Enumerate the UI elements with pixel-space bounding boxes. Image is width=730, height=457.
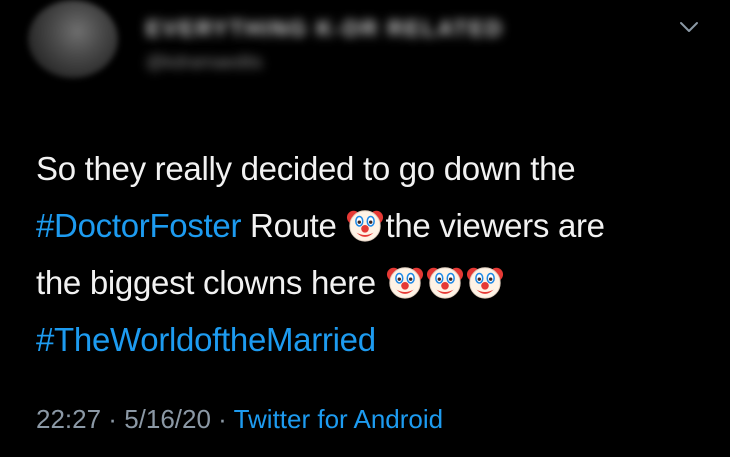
tweet-time[interactable]: 22:27 [36,404,101,434]
meta-separator: · [101,404,125,434]
tweet-header: EVERYTHING K-DR RELATED @kdramaedits [28,0,718,100]
hashtag-doctorfoster-link[interactable]: #DoctorFoster [36,207,241,244]
clown-face-icon [426,267,463,299]
tweet-meta: 22:27 · 5/16/20 · Twitter for Android [36,404,443,435]
tweet-card: EVERYTHING K-DR RELATED @kdramaedits So … [0,0,730,457]
tweet-text: So they really decided to go down the #D… [36,140,716,368]
tweet-line-3: the biggest clowns here [36,254,716,311]
tweet-text-segment: Route [241,207,346,244]
tweet-text-segment: the viewers are [385,207,605,244]
tweet-line-4: #TheWorldoftheMarried [36,311,716,368]
display-name[interactable]: EVERYTHING K-DR RELATED [146,16,526,46]
tweet-line-1: So they really decided to go down the [36,140,716,197]
clown-face-icon [466,267,503,299]
tweet-date[interactable]: 5/16/20 [124,404,211,434]
user-handle[interactable]: @kdramaedits [146,52,346,76]
clown-face-icon [386,267,423,299]
meta-separator: · [210,404,234,434]
hashtag-theworldofthemarried-link[interactable]: #TheWorldoftheMarried [36,321,376,358]
tweet-source-link[interactable]: Twitter for Android [234,404,444,434]
chevron-down-icon[interactable] [676,14,702,40]
tweet-text-segment: the biggest clowns here [36,264,385,301]
avatar[interactable] [28,0,118,78]
tweet-line-2: #DoctorFoster Route the viewers are [36,197,716,254]
tweet-text-segment: So they really decided to go down the [36,150,576,187]
clown-face-icon [347,210,384,242]
